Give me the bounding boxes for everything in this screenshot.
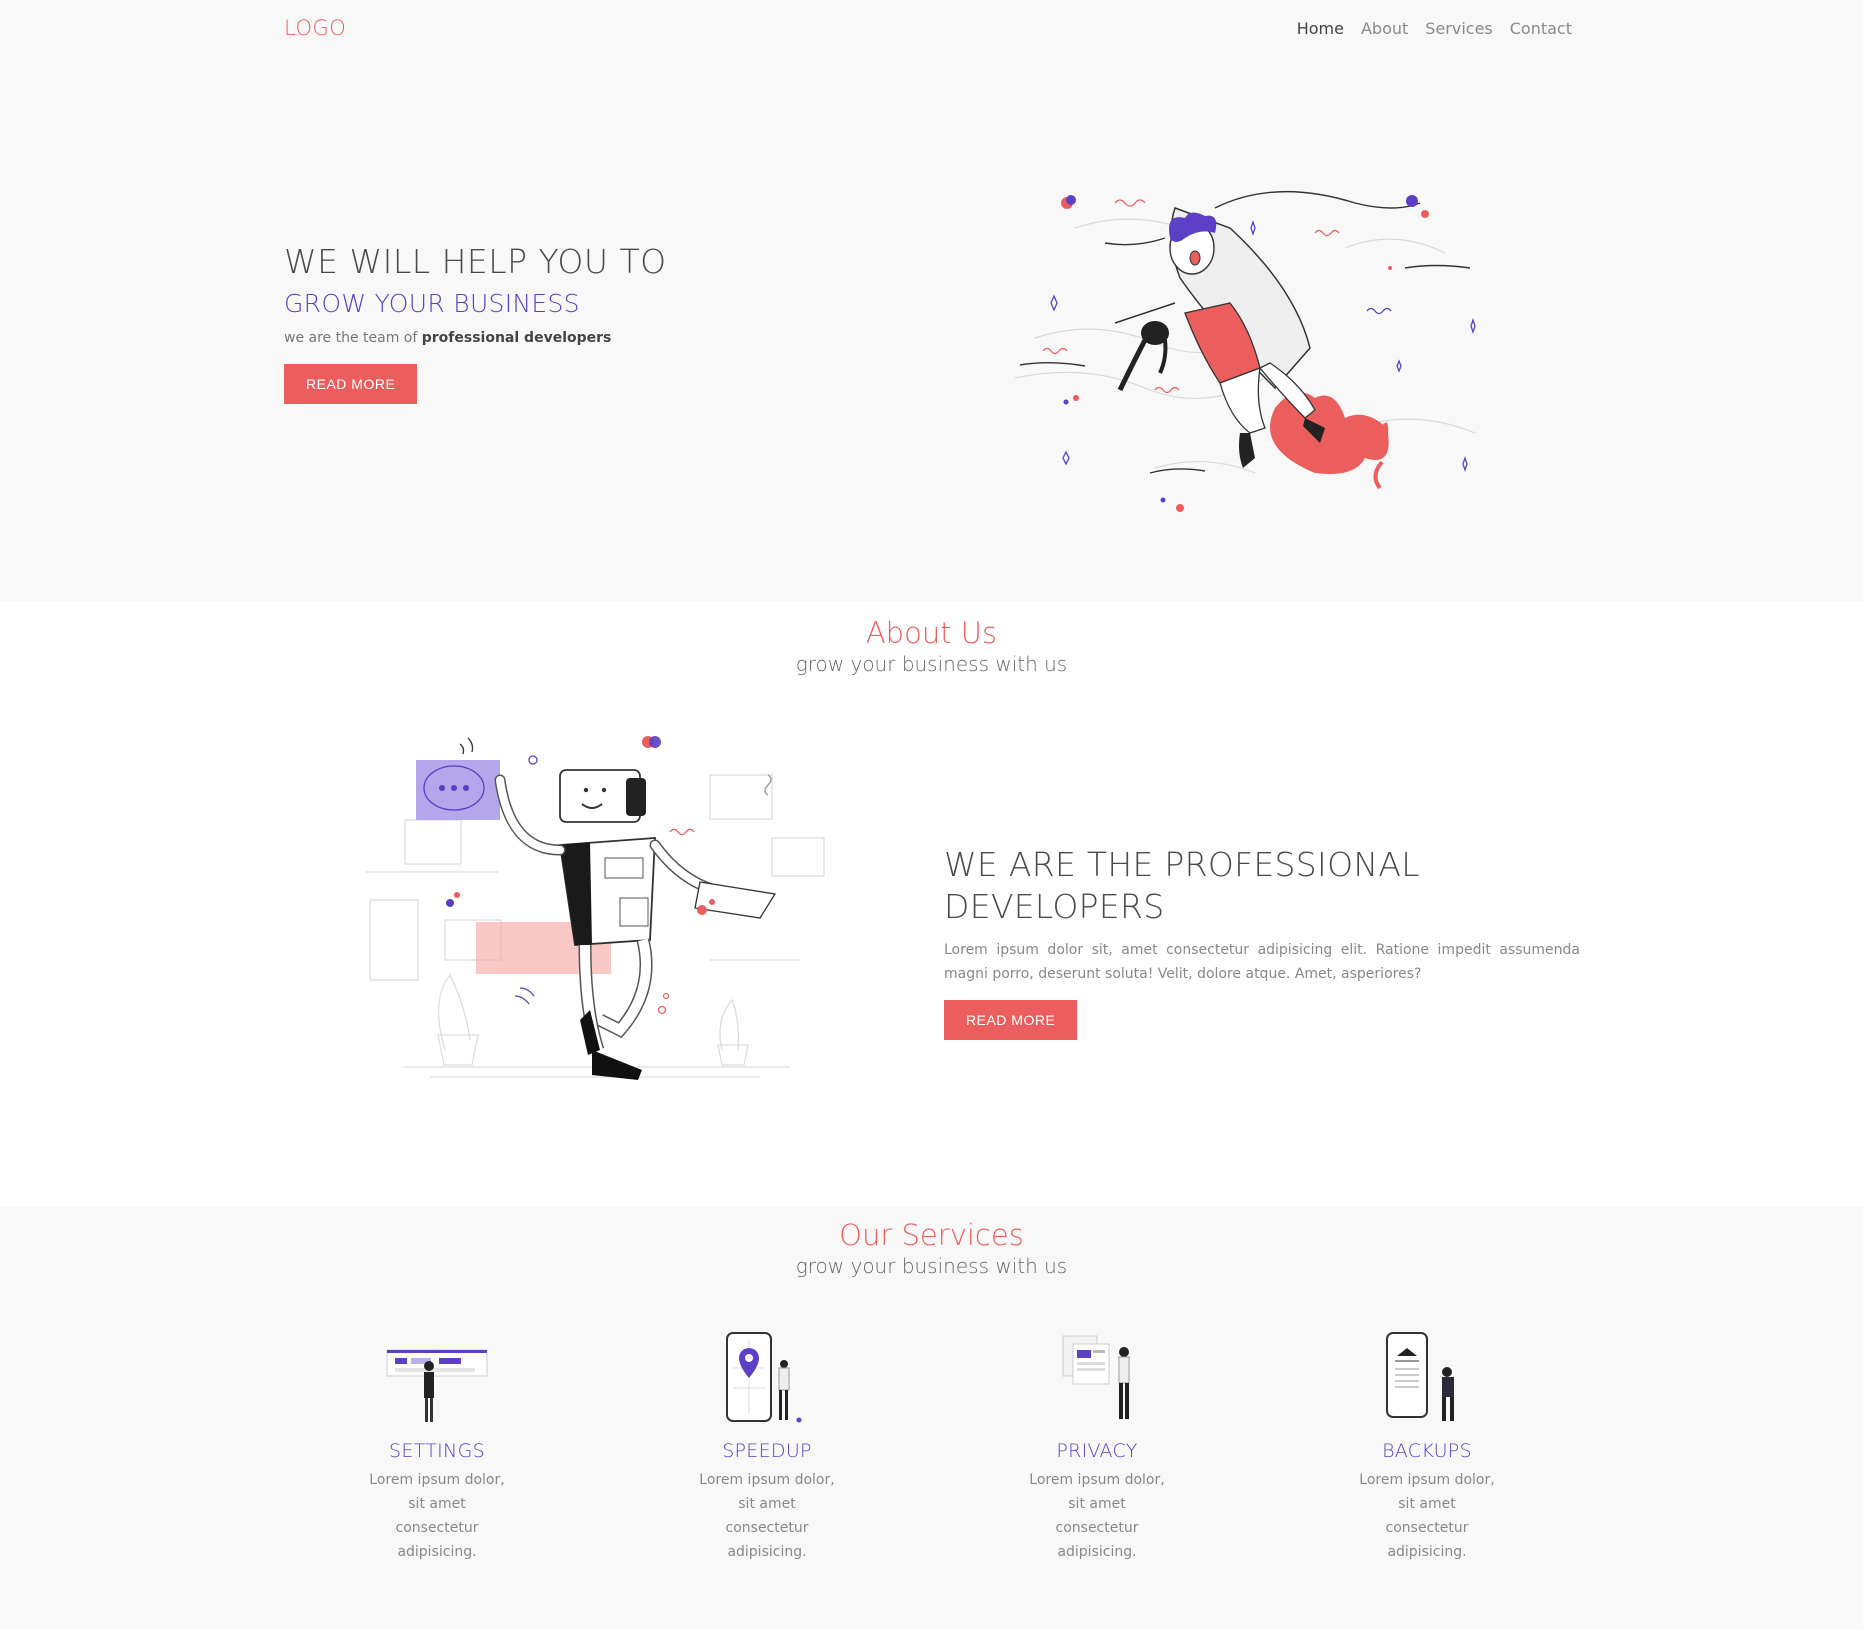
about-text: WE ARE THE PROFESSIONAL DEVELOPERS Lorem… [944, 844, 1580, 1040]
service-card-privacy: PRIVACY Lorem ipsum dolor, sit amet cons… [977, 1328, 1217, 1564]
services-section: Our Services grow your business with us … [0, 1206, 1863, 1629]
navbar: LOGO Home About Services Contact [0, 0, 1863, 58]
nav-link-home[interactable]: Home [1297, 19, 1344, 38]
about-title: WE ARE THE PROFESSIONAL DEVELOPERS [944, 844, 1580, 928]
hero-description: we are the team of professional develope… [284, 330, 667, 346]
hero-subtitle: GROW YOUR BUSINESS [284, 289, 580, 318]
service-desc-backups: Lorem ipsum dolor, sit amet consectetur … [1359, 1472, 1495, 1560]
about-heading: About Us [865, 616, 998, 650]
hero-desc-bold: professional developers [421, 330, 612, 346]
services-subheading: grow your business with us [795, 1254, 1068, 1278]
nav-link-contact[interactable]: Contact [1510, 19, 1572, 38]
logo[interactable]: LOGO [284, 16, 346, 40]
robot-illustration [366, 736, 825, 1080]
main-nav: Home About Services Contact [1297, 19, 1572, 38]
about-title-line2: DEVELOPERS [944, 887, 1165, 926]
about-description: Lorem ipsum dolor sit, amet consectetur … [944, 942, 1580, 982]
hero-text: WE WILL HELP YOU TO GROW YOUR BUSINESS w… [284, 242, 667, 404]
about-section: About Us grow your business with us WE A… [0, 602, 1863, 1206]
service-name-privacy: PRIVACY [1056, 1440, 1138, 1462]
service-name-settings: SETTINGS [389, 1440, 485, 1462]
speedup-illustration-icon [726, 1332, 802, 1423]
about-read-more-button[interactable]: READ MORE [944, 1000, 1078, 1040]
service-name-backups: BACKUPS [1382, 1440, 1472, 1462]
hero-section: WE WILL HELP YOU TO GROW YOUR BUSINESS w… [0, 58, 1863, 602]
hero-read-more-button[interactable]: READ MORE [284, 364, 418, 404]
service-card-backups: BACKUPS Lorem ipsum dolor, sit amet cons… [1307, 1328, 1547, 1564]
services-heading: Our Services [839, 1218, 1024, 1252]
service-desc-settings: Lorem ipsum dolor, sit amet consectetur … [369, 1472, 505, 1560]
service-desc-speedup: Lorem ipsum dolor, sit amet consectetur … [699, 1472, 835, 1560]
about-title-line1: WE ARE THE PROFESSIONAL [944, 845, 1420, 884]
nav-link-services[interactable]: Services [1425, 19, 1492, 38]
about-subheading: grow your business with us [795, 652, 1068, 676]
rocket-illustration [1015, 190, 1476, 512]
service-desc-privacy: Lorem ipsum dolor, sit amet consectetur … [1029, 1472, 1165, 1560]
backups-illustration-icon [1386, 1332, 1454, 1421]
service-card-settings: SETTINGS Lorem ipsum dolor, sit amet con… [317, 1328, 557, 1564]
service-name-speedup: SPEEDUP [722, 1440, 812, 1462]
service-card-speedup: SPEEDUP Lorem ipsum dolor, sit amet cons… [647, 1328, 887, 1564]
hero-title: WE WILL HELP YOU TO [284, 242, 667, 281]
privacy-illustration-icon [1062, 1335, 1130, 1419]
settings-illustration-icon [386, 1349, 488, 1422]
nav-link-about[interactable]: About [1361, 19, 1408, 38]
hero-desc-prefix: we are the team of [284, 330, 422, 346]
